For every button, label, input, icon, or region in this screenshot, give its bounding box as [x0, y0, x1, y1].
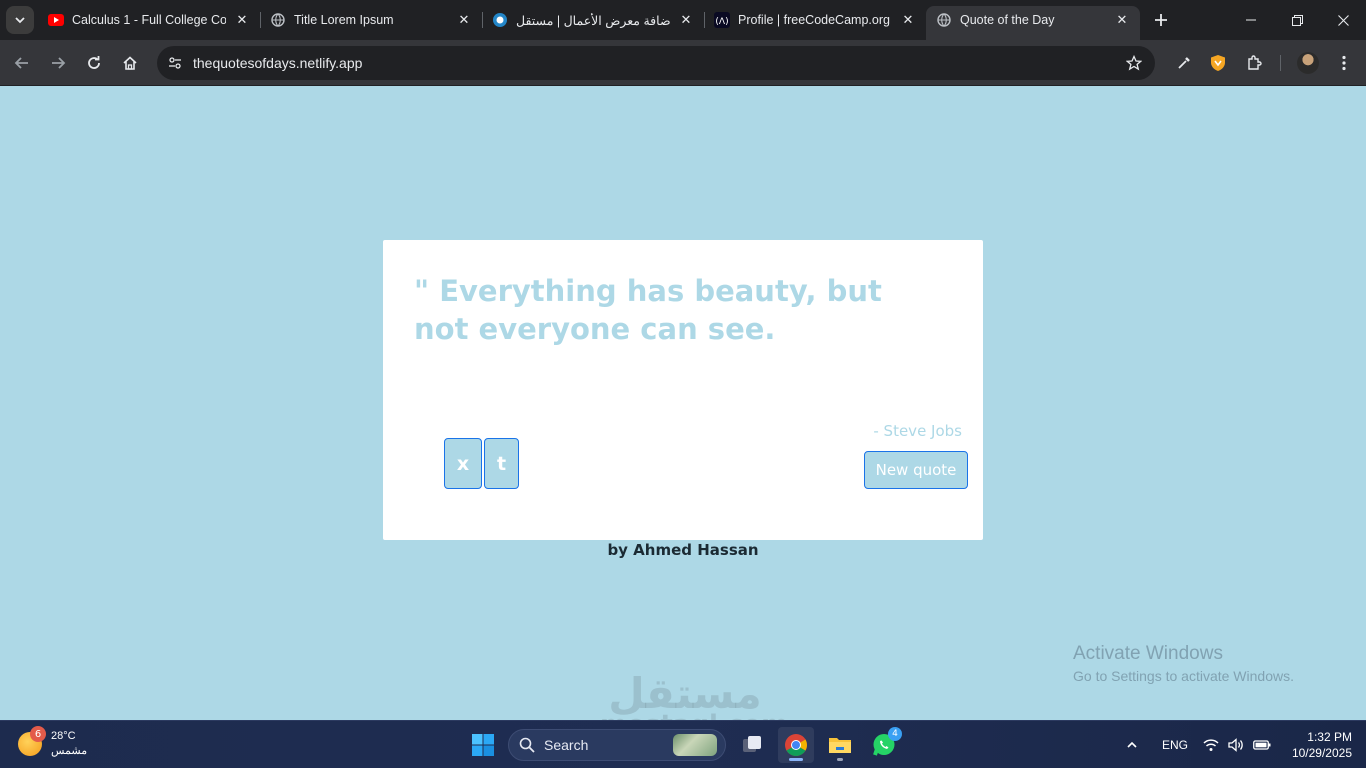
search-label: Search: [544, 737, 589, 753]
chevron-down-icon: [15, 17, 25, 24]
browser-toolbar: thequotesofdays.netlify.app: [0, 40, 1366, 86]
address-bar[interactable]: thequotesofdays.netlify.app: [157, 46, 1155, 80]
minimize-icon: [1246, 19, 1256, 21]
wifi-icon: [1203, 739, 1219, 751]
search-highlight-icon: [673, 734, 717, 756]
tab-quote-of-the-day[interactable]: Quote of the Day ✕: [926, 6, 1140, 40]
chevron-up-icon: [1127, 741, 1137, 748]
show-hidden-icons-button[interactable]: [1126, 721, 1138, 768]
close-icon: [1337, 14, 1349, 26]
volume-icon: [1228, 738, 1243, 752]
shield-icon: [1211, 55, 1225, 71]
extensions-button[interactable]: [1240, 49, 1268, 77]
tab-lorem[interactable]: Title Lorem Ipsum ✕: [260, 6, 482, 34]
close-icon[interactable]: ✕: [234, 12, 250, 28]
close-icon[interactable]: ✕: [456, 12, 472, 28]
new-quote-button[interactable]: New quote: [864, 451, 968, 489]
share-x-button[interactable]: x: [444, 438, 482, 489]
bookmark-star-icon[interactable]: [1125, 54, 1143, 72]
activate-windows-watermark: Activate Windows Go to Settings to activ…: [1073, 643, 1294, 684]
restore-button[interactable]: [1274, 0, 1320, 40]
weather-temperature: 28°C: [51, 730, 76, 742]
clock-time: 1:32 PM: [1307, 730, 1352, 744]
home-button[interactable]: [116, 49, 144, 77]
reload-button[interactable]: [80, 49, 108, 77]
tab-calculus[interactable]: Calculus 1 - Full College Cou ✕: [38, 6, 260, 34]
arrow-right-icon: [52, 57, 66, 69]
close-icon[interactable]: ✕: [900, 12, 916, 28]
avatar: [1297, 52, 1319, 74]
minimize-button[interactable]: [1228, 0, 1274, 40]
puzzle-icon: [1248, 55, 1262, 70]
eyedropper-extension-button[interactable]: [1170, 49, 1198, 77]
plus-icon: [1155, 14, 1167, 26]
battery-icon: [1253, 740, 1271, 750]
home-icon: [123, 56, 137, 70]
folder-icon: [829, 738, 851, 753]
quote-text: " Everything has beauty, but not everyon…: [414, 274, 882, 346]
arrow-left-icon: [14, 57, 28, 69]
weather-condition: مشمس: [51, 745, 88, 757]
task-view-icon: [743, 736, 761, 752]
menu-button[interactable]: [1330, 49, 1358, 77]
language-indicator[interactable]: ENG: [1162, 721, 1188, 768]
tab-title: Quote of the Day: [960, 13, 1055, 27]
page-content: " Everything has beauty, but not everyon…: [0, 87, 1366, 738]
activate-windows-subtitle: Go to Settings to activate Windows.: [1073, 668, 1294, 684]
back-button[interactable]: [8, 49, 36, 77]
tab-title: Calculus 1 - Full College Cou: [72, 13, 226, 27]
freecodecamp-icon: (Ʌ): [714, 12, 730, 28]
chrome-icon: [785, 734, 807, 756]
activate-windows-title: Activate Windows: [1073, 643, 1223, 664]
youtube-icon: [48, 12, 64, 28]
running-indicator: [837, 758, 843, 761]
shield-extension-button[interactable]: [1204, 49, 1232, 77]
weather-badge: 6: [30, 726, 46, 742]
search-icon: [519, 737, 535, 753]
tab-mostaql[interactable]: إضافة معرض الأعمال | مستقل ✕: [482, 6, 704, 34]
tab-title: Title Lorem Ipsum: [294, 13, 394, 27]
restore-icon: [1291, 14, 1303, 26]
tab-title: إضافة معرض الأعمال | مستقل: [516, 13, 670, 28]
clock-date: 10/29/2025: [1291, 746, 1352, 760]
weather-widget[interactable]: 6 28°C مشمس: [18, 726, 88, 759]
eyedropper-icon: [1178, 57, 1190, 69]
tab-search-button[interactable]: [6, 6, 34, 34]
task-view-button[interactable]: [734, 727, 770, 763]
share-tumblr-button[interactable]: t: [484, 438, 519, 489]
system-status-group[interactable]: [1203, 721, 1271, 768]
start-button[interactable]: [465, 727, 501, 763]
globe-icon: [270, 12, 286, 28]
new-tab-button[interactable]: [1150, 9, 1172, 31]
mostaql-icon: [492, 12, 508, 28]
reload-icon: [88, 56, 100, 69]
taskbar-chrome[interactable]: [778, 727, 814, 763]
close-window-button[interactable]: [1320, 0, 1366, 40]
author-byline: by Ahmed Hassan: [607, 541, 759, 559]
close-icon[interactable]: ✕: [678, 12, 694, 28]
taskbar-search-box[interactable]: Search: [508, 729, 726, 761]
quote-author: - Steve Jobs: [873, 422, 962, 440]
svg-text:(Ʌ): (Ʌ): [715, 17, 728, 27]
site-info-icon[interactable]: [165, 53, 185, 73]
tab-strip: Calculus 1 - Full College Cou ✕ Title Lo…: [0, 0, 1366, 40]
more-vertical-icon: [1342, 55, 1346, 71]
taskbar-whatsapp[interactable]: 4: [866, 727, 902, 763]
tab-freecodecamp[interactable]: (Ʌ) Profile | freeCodeCamp.org ✕: [704, 6, 926, 34]
toolbar-divider: [1280, 55, 1281, 71]
whatsapp-badge: 4: [888, 727, 902, 741]
forward-button[interactable]: [44, 49, 72, 77]
globe-icon: [936, 12, 952, 28]
sun-icon: 6: [18, 726, 46, 756]
running-indicator: [789, 758, 803, 761]
quote-box: " Everything has beauty, but not everyon…: [383, 240, 983, 540]
taskbar-clock[interactable]: 1:32 PM 10/29/2025: [1282, 729, 1352, 761]
profile-button[interactable]: [1294, 49, 1322, 77]
tab-title: Profile | freeCodeCamp.org: [738, 13, 890, 27]
windows-logo-icon: [472, 734, 494, 756]
close-icon[interactable]: ✕: [1114, 12, 1130, 28]
taskbar-file-explorer[interactable]: [822, 727, 858, 763]
url-text: thequotesofdays.netlify.app: [193, 55, 363, 71]
windows-taskbar: 6 28°C مشمس Search 4 ENG 1:32 PM 10/29/2…: [0, 720, 1366, 768]
